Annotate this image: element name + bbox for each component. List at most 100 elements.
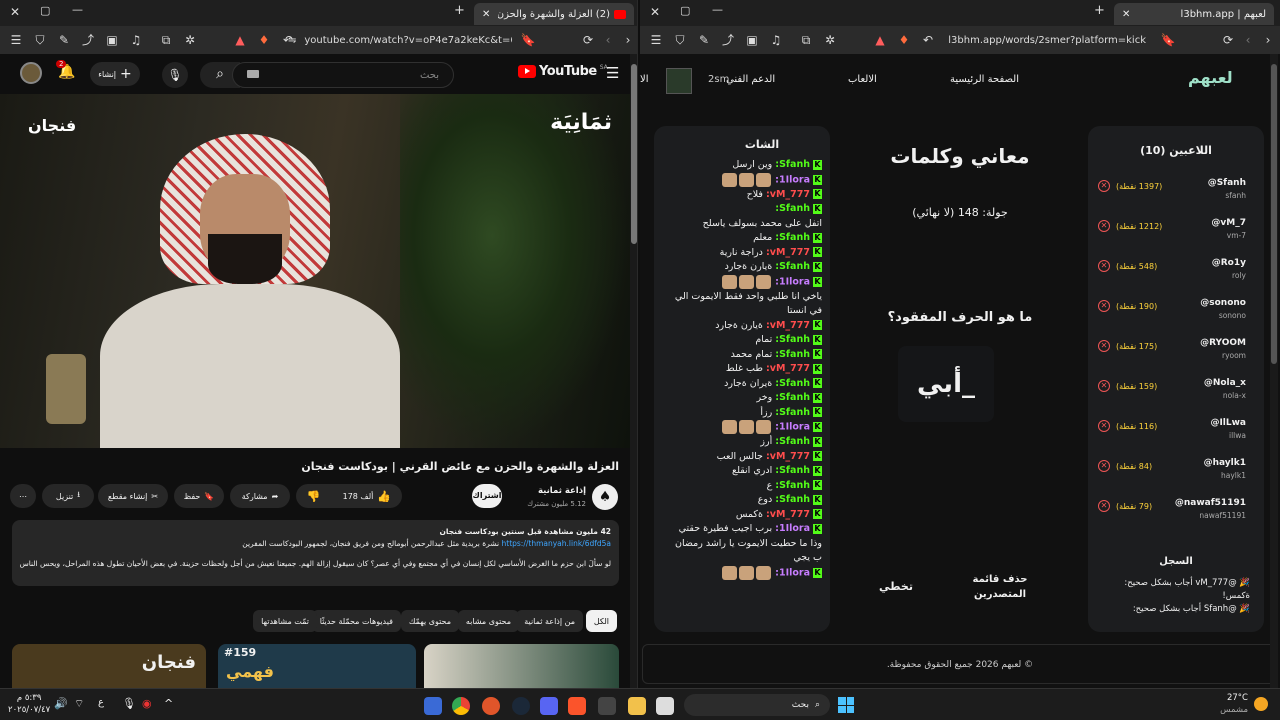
back-icon[interactable]: ‹ <box>1240 32 1256 48</box>
forward-icon[interactable]: › <box>1260 32 1276 48</box>
create-button[interactable]: إنشاء + <box>90 62 140 86</box>
app-icon-grid[interactable] <box>598 697 616 715</box>
chat-username[interactable]: 1Ilora: <box>775 174 810 185</box>
menu-icon[interactable]: ☰ <box>8 32 24 48</box>
taskbar-search[interactable]: بحث ⌕ <box>684 694 830 716</box>
notifications-button[interactable]: 🔔 2 <box>56 60 75 80</box>
chat-username[interactable]: vM_777: <box>766 509 810 520</box>
remove-player-icon[interactable]: ✕ <box>1098 460 1110 472</box>
channel-name[interactable]: إذاعة ثمانية <box>500 486 586 496</box>
nav-home[interactable]: الصفحة الرئيسية <box>950 74 1019 85</box>
video-thumbnail[interactable]: #159 فهمي <box>218 644 416 688</box>
chat-username[interactable]: Sfanh: <box>775 203 810 214</box>
start-button[interactable] <box>838 697 854 713</box>
music-icon[interactable]: ♫ <box>128 32 144 48</box>
video-thumbnail[interactable]: فنجان <box>12 644 206 688</box>
keyboard-icon[interactable] <box>247 70 259 78</box>
new-tab-icon[interactable]: + <box>454 3 465 18</box>
nav-games[interactable]: الالعاب <box>848 74 877 85</box>
skip-button[interactable]: تخطي <box>872 580 920 593</box>
weather-widget[interactable]: 27°C مشمس <box>1216 692 1248 716</box>
chip-watched[interactable]: تمّت مشاهدتها <box>253 610 317 632</box>
video-thumbnail[interactable] <box>424 644 619 688</box>
file-explorer-icon[interactable] <box>628 697 646 715</box>
subscribe-button[interactable]: اشتراك <box>472 484 502 508</box>
site-info-icon[interactable]: ⇋ <box>288 35 296 46</box>
chat-username[interactable]: Sfanh: <box>775 261 810 272</box>
chat-username[interactable]: 1Ilora: <box>775 276 810 287</box>
remove-player-icon[interactable]: ✕ <box>1098 220 1110 232</box>
screenshot-icon[interactable]: ⧉ <box>158 32 174 48</box>
app-icon-window[interactable] <box>656 697 674 715</box>
chip-for-you[interactable]: محتوى يهمّك <box>400 610 459 632</box>
chip-from-channel[interactable]: من إذاعة ثمانية <box>516 610 583 632</box>
chat-username[interactable]: Sfanh: <box>775 378 810 389</box>
menu-icon[interactable]: ☰ <box>648 32 664 48</box>
clip-button[interactable]: إنشاء مقطع ✂ <box>98 484 168 508</box>
share-button[interactable]: مشاركة ➦ <box>230 484 290 508</box>
brave-shield-icon[interactable]: ♦ <box>256 32 272 48</box>
page-scrollbar[interactable] <box>1270 54 1278 688</box>
user-avatar[interactable] <box>666 68 692 94</box>
sidebar-icon[interactable]: ▣ <box>104 32 120 48</box>
nav-partial-link[interactable]: الا <box>640 74 648 85</box>
description-box[interactable]: 42 مليون مشاهدة قبل سنتين بودكاست فنجان … <box>12 520 619 586</box>
chat-username[interactable]: Sfanh: <box>775 349 810 360</box>
puzzle-icon[interactable]: ✲ <box>822 32 838 48</box>
minimize-icon[interactable]: — <box>72 3 83 16</box>
like-dislike-button[interactable]: 👎 178 ألف 👍 <box>296 484 402 508</box>
new-tab-icon[interactable]: + <box>1094 3 1105 18</box>
bookmark-icon[interactable]: 🔖 <box>1160 32 1176 48</box>
tab-youtube[interactable]: ✕ (2) العزلة والشهرة والحزن مع عا <box>474 3 634 25</box>
tab-l3bhm[interactable]: ✕ l3bhm.app | لعبهم <box>1114 3 1274 25</box>
search-input[interactable]: بحث <box>232 62 454 88</box>
app-icon-orange[interactable] <box>482 697 500 715</box>
puzzle-icon[interactable]: ✲ <box>182 32 198 48</box>
extension-icon[interactable]: ✎ <box>56 32 72 48</box>
avatar[interactable] <box>20 62 42 84</box>
app-icon-steam[interactable] <box>512 697 530 715</box>
forward-icon[interactable]: › <box>620 32 636 48</box>
vpn-icon[interactable]: ▲ <box>872 32 888 48</box>
chat-username[interactable]: Sfanh: <box>775 159 810 170</box>
more-actions-button[interactable]: ⋯ <box>10 484 36 508</box>
youtube-logo[interactable]: YouTube SA <box>518 64 608 79</box>
description-link[interactable]: https://thmanyah.link/6dfd5a <box>502 539 612 548</box>
chat-username[interactable]: vM_777: <box>766 247 810 258</box>
chat-username[interactable]: Sfanh: <box>775 465 810 476</box>
chat-username[interactable]: vM_777: <box>766 320 810 331</box>
wifi-icon[interactable]: ⌔ <box>74 697 84 711</box>
chat-username[interactable]: vM_777: <box>766 363 810 374</box>
bookmark-icon[interactable]: 🔖 <box>520 32 536 48</box>
recording-icon[interactable]: ◉ <box>142 697 152 710</box>
app-icon-shield[interactable] <box>424 697 442 715</box>
remove-player-icon[interactable]: ✕ <box>1098 380 1110 392</box>
chat-username[interactable]: Sfanh: <box>775 436 810 447</box>
chat-username[interactable]: Sfanh: <box>775 392 810 403</box>
chip-all[interactable]: الكل <box>585 610 617 632</box>
address-bar[interactable]: ⇋ youtube.com/watch?v=oP4e7a2keKc&t=6... <box>282 30 512 50</box>
chip-similar[interactable]: محتوى مشابه <box>457 610 519 632</box>
minimize-icon[interactable]: — <box>712 3 723 16</box>
tray-chevron-icon[interactable]: ^ <box>164 697 173 710</box>
close-window-icon[interactable]: ✕ <box>650 5 660 19</box>
microphone-icon[interactable]: 🎙 <box>122 697 136 710</box>
chat-username[interactable]: Sfanh: <box>775 334 810 345</box>
clock[interactable]: ٥:٣٩ م ٢٠٢٥/٠٧/٤٧ <box>8 692 50 716</box>
remove-player-icon[interactable]: ✕ <box>1098 500 1110 512</box>
brave-shield-icon[interactable]: ♦ <box>896 32 912 48</box>
tab-close-icon[interactable]: ✕ <box>1122 9 1130 20</box>
like-icon[interactable]: 👍 <box>377 490 391 503</box>
back-icon[interactable]: ‹ <box>600 32 616 48</box>
share-icon[interactable]: ⤴ <box>720 32 736 48</box>
chat-list[interactable]: KSfanh: وين ارسل K1Ilora: KvM_777: فلاح KS… <box>662 158 822 632</box>
chat-username[interactable]: Sfanh: <box>775 232 810 243</box>
save-button[interactable]: حفظ 🔖 <box>174 484 224 508</box>
share-icon[interactable]: ⤴ <box>80 32 96 48</box>
voice-search-button[interactable]: 🎙 <box>162 62 188 88</box>
chat-username[interactable]: vM_777: <box>766 189 810 200</box>
chat-username[interactable]: 1Ilora: <box>775 422 810 433</box>
dislike-icon[interactable]: 👎 <box>307 490 321 503</box>
reload-icon[interactable]: ⟳ <box>580 32 596 48</box>
remove-player-icon[interactable]: ✕ <box>1098 180 1110 192</box>
